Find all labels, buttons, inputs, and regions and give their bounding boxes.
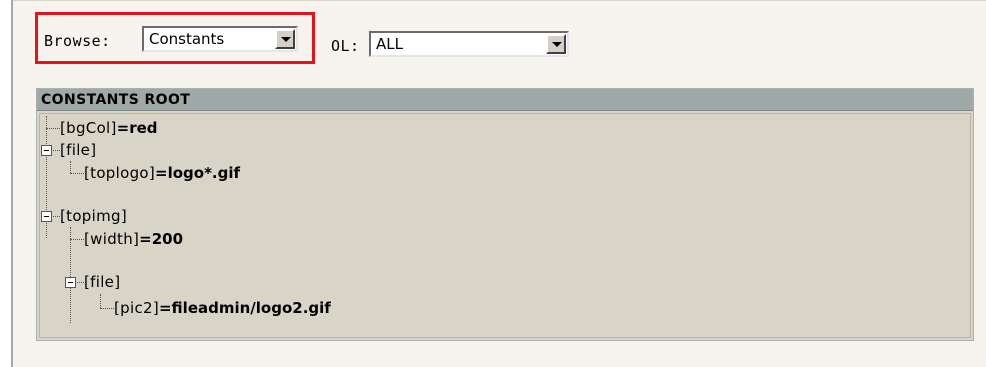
tree-connector [100,294,101,308]
tree-node-value: =logo*.gif [155,164,241,182]
browse-label: Browse: [44,32,111,50]
screen: Browse: Constants OL: ALL CONSTANTS ROOT [0,0,986,367]
minus-box-icon[interactable] [65,277,76,288]
tree-connector [53,216,60,217]
chevron-down-icon[interactable] [546,34,566,54]
browse-select-value: Constants [149,30,225,48]
tree-connector [70,227,71,323]
tree-node-value: =red [116,119,158,137]
tree-node-value: =fileadmin/logo2.gif [158,299,331,317]
tree-header: CONSTANTS ROOT [37,89,973,111]
minus-box-icon[interactable] [41,145,52,156]
tree-node-key: [topimg] [60,207,127,225]
tree-node-key: [toplogo] [84,164,156,182]
ol-label: OL: [331,37,360,55]
tree-connector [70,161,71,173]
tree-connector [53,150,60,151]
tree-connector [100,308,114,309]
tree-node-key: [width] [84,230,140,248]
tree-connector [46,128,60,129]
tree-node[interactable]: [width]=200 [84,228,183,250]
tree-node-key: [file] [60,141,97,159]
tree-connector [77,282,84,283]
tree-node-key: [file] [84,273,121,291]
constants-tree: CONSTANTS ROOT [bgCol]=red [file] [toplo… [36,88,974,341]
tree-node-key: [pic2] [114,299,159,317]
tree-node[interactable]: [pic2]=fileadmin/logo2.gif [114,297,331,319]
tree-node[interactable]: [topimg] [60,205,127,227]
browse-select[interactable]: Constants [142,26,298,52]
tree-node[interactable]: [toplogo]=logo*.gif [84,162,240,184]
chevron-down-icon[interactable] [275,29,295,49]
tree-body: [bgCol]=red [file] [toplogo]=logo*.gif [… [39,113,971,338]
tree-node-key: [bgCol] [60,119,117,137]
tree-node[interactable]: [bgCol]=red [60,117,158,139]
ol-select[interactable]: ALL [369,31,569,57]
tree-node[interactable]: [file] [60,139,96,161]
tree-node[interactable]: [file] [84,271,120,293]
tree-connector [70,173,84,174]
ol-select-value: ALL [376,35,403,53]
tree-node-value: =200 [139,230,184,248]
tree-connector [70,239,84,240]
minus-box-icon[interactable] [41,211,52,222]
